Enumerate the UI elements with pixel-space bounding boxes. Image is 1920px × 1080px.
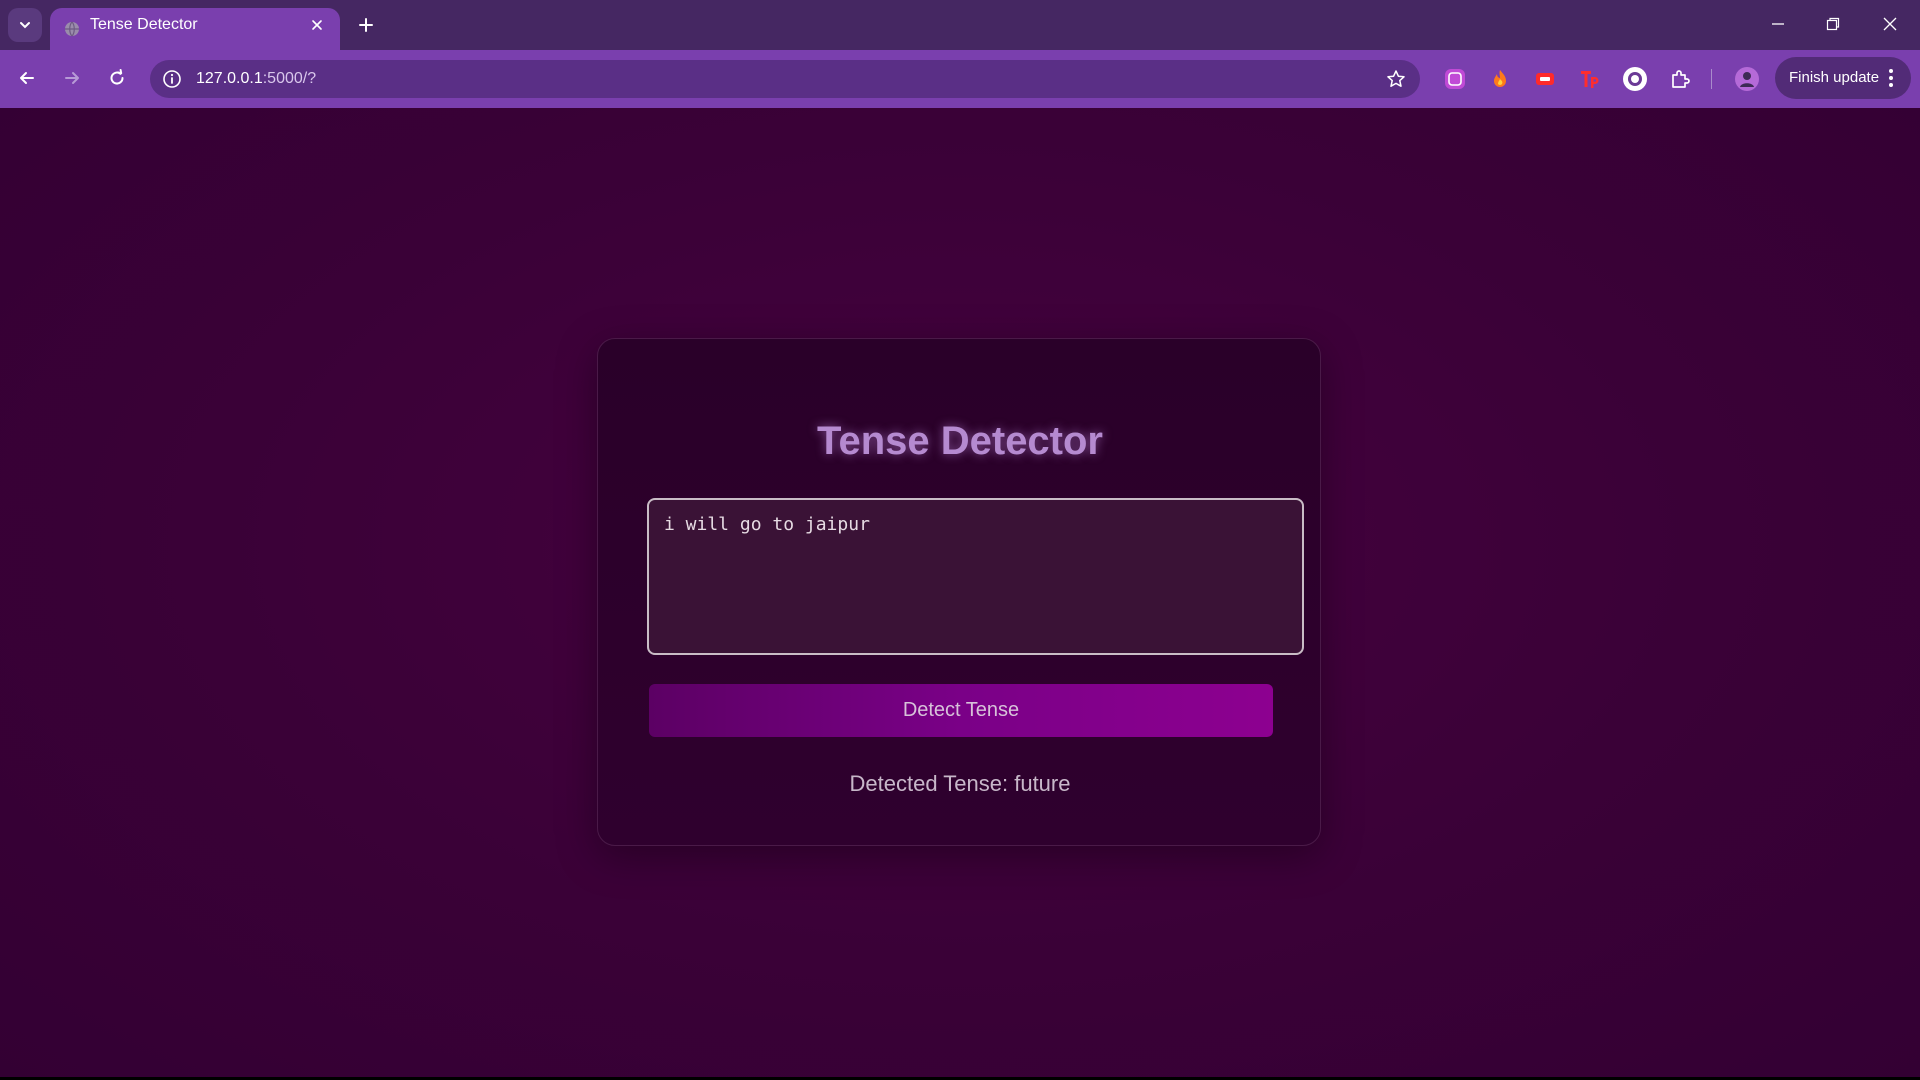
- result-label: Detected Tense:: [849, 771, 1009, 796]
- close-window-button[interactable]: [1864, 2, 1916, 46]
- back-button[interactable]: [10, 61, 44, 95]
- tp-icon[interactable]: [1576, 65, 1604, 93]
- url-path: :5000/?: [262, 70, 317, 87]
- language-reactor-icon[interactable]: [1441, 65, 1469, 93]
- chevron-down-icon: [20, 22, 30, 29]
- page-title: Tense Detector: [816, 419, 1103, 463]
- arrow-left-icon: [20, 72, 34, 84]
- close-window-icon: [1883, 17, 1897, 31]
- tense-detector-card: Tense Detector i will go to jaipur Detec…: [597, 338, 1321, 846]
- reload-button[interactable]: [100, 61, 134, 95]
- url-host: 127.0.0.1: [196, 70, 263, 87]
- browser-tab[interactable]: Tense Detector: [50, 8, 340, 50]
- browser-toolbar: 127.0.0.1:5000/? Finish update: [0, 50, 1920, 108]
- new-tab-button[interactable]: [352, 8, 380, 42]
- toolbar-separator: [1711, 69, 1712, 89]
- arrow-right-icon: [65, 72, 79, 84]
- sentence-input[interactable]: i will go to jaipur: [647, 498, 1304, 655]
- avatar-icon[interactable]: [1733, 65, 1761, 93]
- finish-update-button[interactable]: Finish update: [1775, 57, 1911, 99]
- info-icon[interactable]: [160, 67, 184, 91]
- detect-tense-button[interactable]: Detect Tense: [649, 684, 1273, 737]
- kebab-menu-icon: [1881, 68, 1901, 88]
- detected-tense-result: Detected Tense: future: [598, 771, 1322, 797]
- close-icon[interactable]: [306, 14, 328, 36]
- finish-update-label: Finish update: [1789, 69, 1880, 86]
- page-viewport: Tense Detector i will go to jaipur Detec…: [0, 108, 1920, 1080]
- record-icon[interactable]: [1621, 65, 1649, 93]
- tab-title: Tense Detector: [90, 16, 198, 33]
- star-icon[interactable]: [1384, 67, 1408, 91]
- result-value: future: [1014, 771, 1071, 796]
- globe-icon: [62, 19, 82, 39]
- url-text: 127.0.0.1:5000/?: [196, 60, 316, 98]
- forward-button[interactable]: [55, 61, 89, 95]
- plus-icon: [359, 18, 373, 32]
- fire-icon[interactable]: [1486, 65, 1514, 93]
- minimize-icon: [1772, 23, 1784, 25]
- browser-tabstrip: Tense Detector: [0, 0, 1920, 50]
- minimize-button[interactable]: [1752, 2, 1804, 46]
- restore-icon: [1826, 17, 1840, 31]
- tab-search-button[interactable]: [8, 8, 42, 42]
- reload-icon: [110, 69, 124, 85]
- address-bar[interactable]: 127.0.0.1:5000/?: [150, 60, 1420, 98]
- puzzle-icon[interactable]: [1666, 65, 1694, 93]
- restore-button[interactable]: [1807, 2, 1859, 46]
- youtube-icon[interactable]: [1531, 65, 1559, 93]
